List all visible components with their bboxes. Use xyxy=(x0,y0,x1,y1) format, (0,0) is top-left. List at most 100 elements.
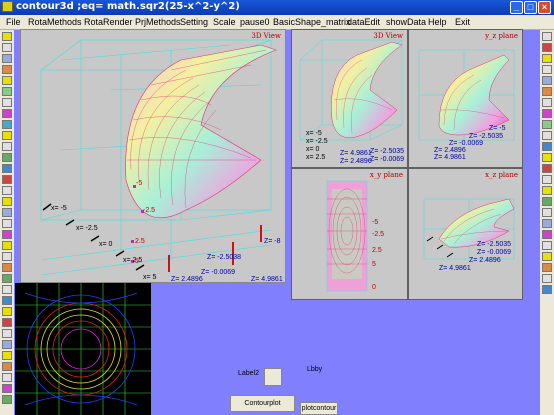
tool-icon[interactable] xyxy=(542,285,552,294)
close-button[interactable]: × xyxy=(538,1,551,14)
tool-icon[interactable] xyxy=(2,296,12,305)
tool-icon[interactable] xyxy=(542,87,552,96)
menu-setting[interactable]: Setting xyxy=(180,17,208,27)
title-bar: contour3d ;eq= math.sqr2(25-x^2-y^2) _ □… xyxy=(0,0,554,15)
tool-icon[interactable] xyxy=(2,120,12,129)
tool-icon[interactable] xyxy=(2,65,12,74)
menu-prjmethods[interactable]: PrjMethods xyxy=(135,17,181,27)
plotcontour-button[interactable]: plotcontour xyxy=(300,402,338,415)
tool-icon[interactable] xyxy=(542,219,552,228)
axis-label: Z= 2.4896 xyxy=(171,276,203,283)
axis-label: Z= -5 xyxy=(489,125,506,132)
quad-xy-view[interactable]: x_y plane -5 -2.5 2.5 5 0 xyxy=(291,168,408,300)
menu-file[interactable]: File xyxy=(6,17,21,27)
tool-icon[interactable] xyxy=(542,142,552,151)
tool-icon[interactable] xyxy=(2,164,12,173)
tool-icon[interactable] xyxy=(542,109,552,118)
tool-icon[interactable] xyxy=(2,197,12,206)
quad-3d-view[interactable]: 3D View x= -5 x= -2.5 x= 0 x= 2.5 Z= -2.… xyxy=(291,29,408,168)
tool-icon[interactable] xyxy=(542,153,552,162)
tool-icon[interactable] xyxy=(542,175,552,184)
axis-label: x= -2.5 xyxy=(306,138,328,145)
tool-icon[interactable] xyxy=(2,153,12,162)
tool-icon[interactable] xyxy=(542,274,552,283)
tool-icon[interactable] xyxy=(542,252,552,261)
axis-label: Z= 4.9861 xyxy=(434,154,466,161)
tool-icon[interactable] xyxy=(2,54,12,63)
tool-icon[interactable] xyxy=(2,76,12,85)
tool-icon[interactable] xyxy=(542,98,552,107)
menu-help[interactable]: Help xyxy=(428,17,447,27)
axis-label: Z= -0.0069 xyxy=(201,269,236,276)
tool-icon[interactable] xyxy=(2,87,12,96)
tool-icon[interactable] xyxy=(2,32,12,41)
contour-plot[interactable] xyxy=(15,283,151,415)
quad-xz-view[interactable]: x_z plane Z= -2.5035 Z= -0.0069 Z= 2.489… xyxy=(408,168,523,300)
axis-label: x= 0 xyxy=(99,241,113,248)
tool-icon[interactable] xyxy=(2,274,12,283)
axis-label: -2.5 xyxy=(143,207,156,214)
menu-dataedit[interactable]: dataEdit xyxy=(347,17,380,27)
tool-icon[interactable] xyxy=(2,351,12,360)
axis-label: Z= -2.5035 xyxy=(469,133,504,140)
maximize-button[interactable]: □ xyxy=(524,1,537,14)
axis-label: Z= -8 xyxy=(264,238,281,245)
axis-label: x= -2.5 xyxy=(76,225,98,232)
tool-icon[interactable] xyxy=(2,219,12,228)
tool-icon[interactable] xyxy=(2,175,12,184)
tool-icon[interactable] xyxy=(542,54,552,63)
axis-label: x= -5 xyxy=(306,130,322,137)
menu-rotarender[interactable]: RotaRender xyxy=(84,17,133,27)
main-view-title: 3D View xyxy=(251,32,281,40)
tool-icon[interactable] xyxy=(2,252,12,261)
menu-scale[interactable]: Scale xyxy=(213,17,236,27)
tool-icon[interactable] xyxy=(2,186,12,195)
label2: Label2 xyxy=(238,370,260,377)
menu-basicshape-matrix[interactable]: BasicShape_matrix xyxy=(273,17,351,27)
axis-label: 0 xyxy=(372,284,376,291)
tool-icon[interactable] xyxy=(542,43,552,52)
menu-showdata[interactable]: showData xyxy=(386,17,426,27)
tool-icon[interactable] xyxy=(542,65,552,74)
color-swatch[interactable] xyxy=(264,368,282,386)
tool-icon[interactable] xyxy=(2,43,12,52)
tool-icon[interactable] xyxy=(2,362,12,371)
menu-pause0[interactable]: pause0 xyxy=(240,17,270,27)
tool-icon[interactable] xyxy=(2,395,12,404)
menu-rotamethods[interactable]: RotaMethods xyxy=(28,17,82,27)
tool-icon[interactable] xyxy=(542,208,552,217)
tool-icon[interactable] xyxy=(542,263,552,272)
tool-icon[interactable] xyxy=(542,76,552,85)
axis-label: x= 0 xyxy=(306,146,320,153)
tool-icon[interactable] xyxy=(2,329,12,338)
tool-icon[interactable] xyxy=(2,263,12,272)
tool-icon[interactable] xyxy=(2,285,12,294)
tool-icon[interactable] xyxy=(542,197,552,206)
tool-icon[interactable] xyxy=(542,131,552,140)
right-toolbar xyxy=(540,30,554,415)
tool-icon[interactable] xyxy=(2,98,12,107)
tool-icon[interactable] xyxy=(542,120,552,129)
tool-icon[interactable] xyxy=(542,32,552,41)
tool-icon[interactable] xyxy=(2,208,12,217)
minimize-button[interactable]: _ xyxy=(510,1,523,14)
tool-icon[interactable] xyxy=(2,384,12,393)
tool-icon[interactable] xyxy=(2,318,12,327)
tool-icon[interactable] xyxy=(542,241,552,250)
tool-icon[interactable] xyxy=(2,340,12,349)
window-title: contour3d ;eq= math.sqr2(25-x^2-y^2) xyxy=(16,1,240,12)
quad-yz-view[interactable]: y_z plane Z= -5 Z= -2.5035 Z= -0.0069 Z=… xyxy=(408,29,523,168)
tool-icon[interactable] xyxy=(2,109,12,118)
tool-icon[interactable] xyxy=(2,241,12,250)
tool-icon[interactable] xyxy=(542,230,552,239)
tool-icon[interactable] xyxy=(2,307,12,316)
tool-icon[interactable] xyxy=(542,186,552,195)
contourplot-button[interactable]: Contourplot xyxy=(230,395,295,412)
main-3d-view[interactable]: 3D View x= -5 x= -2.5 x= 0 x= 2.5 x= 5 Z… xyxy=(20,29,286,283)
tool-icon[interactable] xyxy=(2,142,12,151)
tool-icon[interactable] xyxy=(2,373,12,382)
tool-icon[interactable] xyxy=(2,230,12,239)
tool-icon[interactable] xyxy=(542,164,552,173)
menu-exit[interactable]: Exit xyxy=(455,17,470,27)
tool-icon[interactable] xyxy=(2,131,12,140)
